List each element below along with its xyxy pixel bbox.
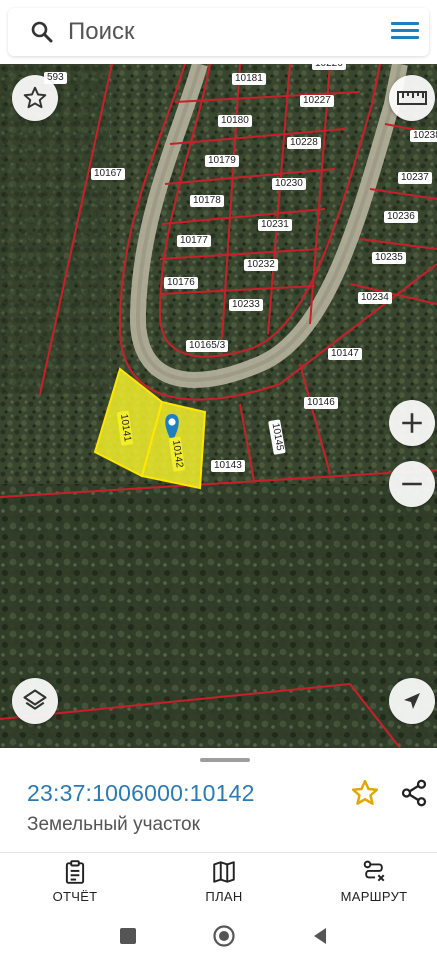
bottom-tab-bar: ОТЧЁТ ПЛАН МАРШРУТ [0, 852, 437, 912]
zoom-in-button[interactable] [389, 400, 435, 446]
parcel-label: 10234 [358, 292, 392, 304]
parcel-label: 10231 [258, 219, 292, 231]
tab-plan[interactable]: ПЛАН [164, 857, 284, 909]
system-nav-bar [0, 912, 437, 960]
parcel-label: 10233 [229, 299, 263, 311]
parcel-label: 10181 [232, 73, 266, 85]
search-input[interactable] [68, 16, 368, 48]
parcel-label: 10237 [398, 172, 432, 184]
parcel-label: 10236 [384, 211, 418, 223]
favorite-star-icon[interactable] [350, 778, 380, 808]
home-circle-icon[interactable] [212, 924, 236, 948]
map-view[interactable]: 10181 10227 10180 10228 10179 10230 1017… [0, 64, 437, 748]
favorite-star-button[interactable] [12, 75, 58, 121]
tab-label: ПЛАН [205, 889, 243, 904]
parcel-label: 10180 [218, 115, 252, 127]
parcel-label: 10230 [272, 178, 306, 190]
recents-square-icon[interactable] [116, 924, 140, 948]
hamburger-menu-icon[interactable] [389, 18, 421, 46]
route-icon [363, 860, 385, 882]
parcel-label: 10179 [205, 155, 239, 167]
back-triangle-icon[interactable] [308, 924, 332, 948]
parcel-info-sheet[interactable]: 23:37:1006000:10142 Земельный участок [0, 748, 437, 852]
parcel-label: 10143 [211, 460, 245, 472]
my-location-button[interactable] [389, 678, 435, 724]
zoom-out-button[interactable] [389, 461, 435, 507]
parcel-label: 10178 [190, 195, 224, 207]
parcel-label: 10235 [372, 252, 406, 264]
parcel-label: 10232 [244, 259, 278, 271]
clipboard-icon [65, 860, 85, 884]
star-outline-icon [23, 86, 47, 109]
map-icon [213, 861, 235, 883]
parcel-label: 10228 [287, 137, 321, 149]
parcel-label: 10167 [91, 168, 125, 180]
ruler-button[interactable] [389, 75, 435, 121]
minus-icon [402, 482, 422, 486]
layers-icon [23, 689, 47, 710]
sheet-drag-handle[interactable] [200, 758, 250, 762]
tab-label: ОТЧЁТ [52, 889, 98, 904]
search-icon[interactable] [30, 20, 54, 44]
parcel-label: 10165/3 [186, 340, 229, 352]
plus-icon [402, 413, 422, 433]
navigation-arrow-icon [404, 693, 420, 709]
tab-route[interactable]: МАРШРУТ [314, 857, 434, 909]
parcel-label: 10146 [304, 397, 338, 409]
parcel-label: 10227 [300, 95, 334, 107]
top-bar [0, 0, 437, 64]
layers-button[interactable] [12, 678, 58, 724]
parcel-label: 10226 [312, 64, 346, 70]
share-icon[interactable] [399, 778, 429, 808]
ruler-icon [397, 91, 427, 105]
parcel-label: 10177 [177, 235, 211, 247]
tab-report[interactable]: ОТЧЁТ [15, 857, 135, 909]
parcel-label: 10176 [164, 277, 198, 289]
cadastral-number: 23:37:1006000:10142 [27, 780, 255, 806]
parcel-type: Земельный участок [27, 814, 200, 835]
parcel-label: 10147 [328, 348, 362, 360]
parcel-label: 10238 [410, 130, 437, 142]
tab-label: МАРШРУТ [340, 889, 408, 904]
search-box[interactable] [8, 8, 429, 56]
